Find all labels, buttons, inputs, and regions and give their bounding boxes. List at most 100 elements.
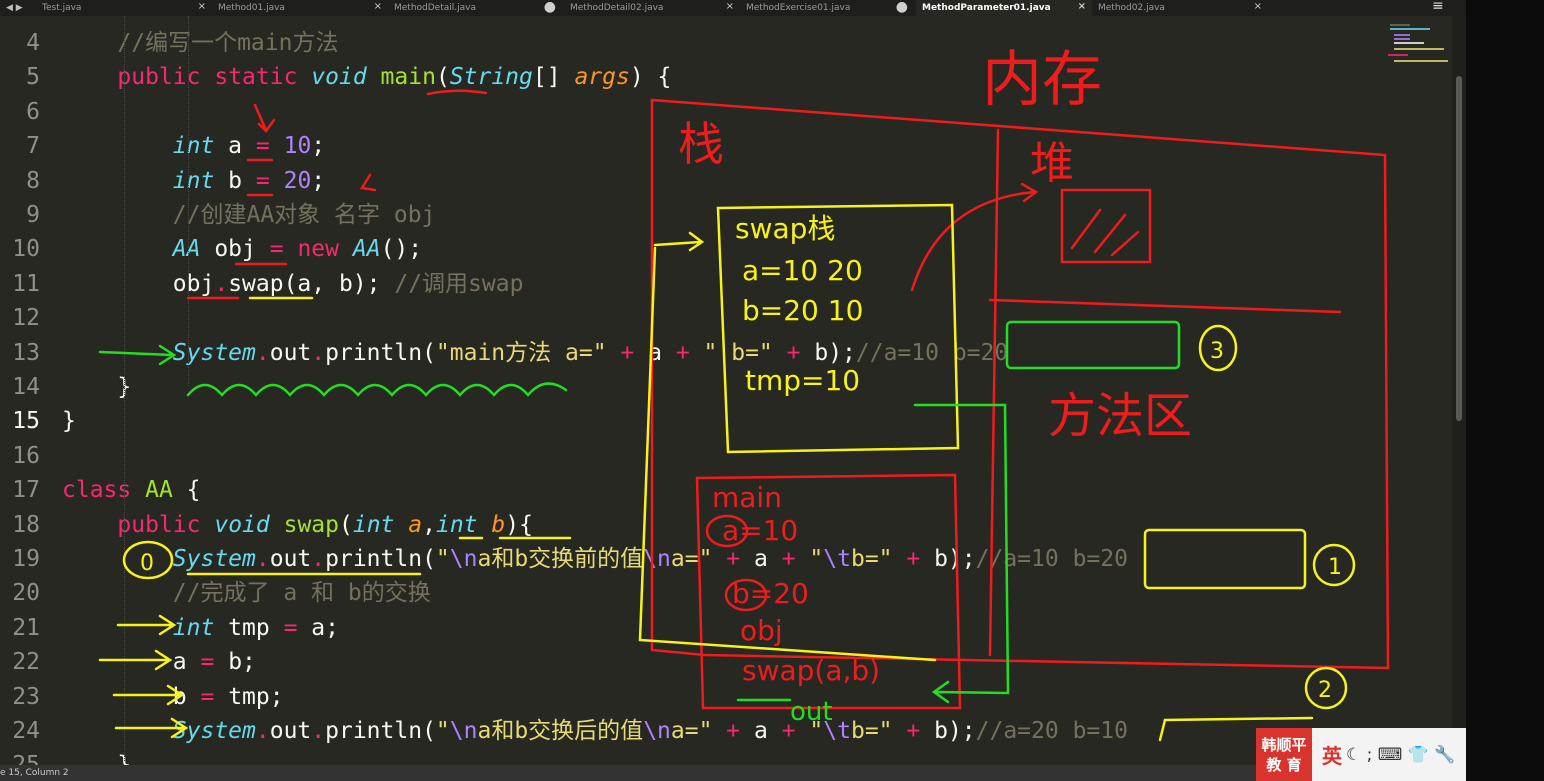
minimap[interactable]	[1386, 20, 1448, 65]
line-number: 6	[26, 98, 40, 125]
tab-method02-java[interactable]: Method02.java ×	[1092, 0, 1268, 16]
tab-label: MethodParameter01.java	[922, 3, 1051, 13]
code-text[interactable]: }	[62, 404, 76, 438]
code-line[interactable]: 7 int a = 10;	[0, 129, 1466, 163]
indent-guide	[124, 16, 125, 761]
code-line[interactable]: 17 class AA {	[0, 473, 1466, 507]
indent-guide	[188, 16, 189, 386]
code-line[interactable]: 10 AA obj = new AA();	[0, 232, 1466, 266]
code-text[interactable]: //编写一个main方法	[62, 26, 338, 60]
line-number: 17	[12, 477, 40, 504]
brand-logo: 韩顺平 教 育	[1256, 728, 1312, 781]
code-text[interactable]: b = tmp;	[62, 680, 284, 714]
line-number: 22	[12, 649, 40, 676]
code-text[interactable]: AA obj = new AA();	[62, 232, 422, 266]
line-number: 20	[12, 580, 40, 607]
vertical-scrollbar[interactable]	[1452, 16, 1466, 765]
unsaved-dot-icon[interactable]: ●	[896, 0, 908, 15]
code-line[interactable]: 24 System.out.println("\na和b交换后的值\na=" +…	[0, 714, 1466, 748]
code-text[interactable]: obj.swap(a, b); //调用swap	[62, 267, 524, 301]
code-text[interactable]: System.out.println("\na和b交换前的值\na=" + a …	[62, 542, 1128, 576]
line-number: 25	[0, 748, 40, 765]
code-text[interactable]: }	[62, 370, 131, 404]
code-line[interactable]: 23 b = tmp;	[0, 680, 1466, 714]
line-number: 19	[12, 546, 40, 572]
tab-label: MethodDetail.java	[394, 3, 476, 13]
code-line[interactable]: 21 int tmp = a;	[0, 611, 1466, 645]
code-text[interactable]: a = b;	[62, 645, 256, 679]
line-number: 9	[26, 202, 40, 228]
tab-methoddetail-java[interactable]: MethodDetail.java ●	[388, 0, 564, 16]
ime-toolbar: 韩顺平 教 育 英 ☾ ; ⌨ 👕 🔧	[1256, 728, 1466, 781]
line-number: 18	[12, 511, 40, 538]
tab-label: MethodExercise01.java	[746, 3, 851, 13]
code-text[interactable]: public void swap(int a,int b){	[62, 508, 533, 542]
code-line[interactable]: 5 public static void main(String[] args)…	[0, 60, 1466, 94]
line-number: 13	[12, 339, 40, 366]
tab-test-java[interactable]: Test.java ×	[36, 0, 212, 16]
code-line[interactable]: 9 //创建AA对象 名字 obj	[0, 198, 1466, 232]
line-number: 14	[12, 374, 40, 400]
line-number: 10	[12, 236, 40, 263]
line-number: 15	[12, 408, 40, 435]
tab-methodexercise01-java[interactable]: MethodExercise01.java ●	[740, 0, 916, 16]
code-text[interactable]: System.out.println("\na和b交换后的值\na=" + a …	[62, 714, 1128, 748]
close-icon[interactable]: ×	[198, 1, 206, 12]
line-number: 5	[26, 64, 40, 91]
ime-language-indicator[interactable]: 英	[1322, 740, 1342, 769]
code-line[interactable]: 12	[0, 301, 1466, 335]
code-line[interactable]: 11 obj.swap(a, b); //调用swap	[0, 267, 1466, 301]
code-line[interactable]: 16	[0, 439, 1466, 473]
code-line[interactable]: 25 }	[0, 748, 1466, 765]
code-text[interactable]: public static void main(String[] args) {	[62, 60, 671, 94]
status-bar: e 15, Column 2	[0, 765, 1466, 781]
code-editor[interactable]: 4 //编写一个main方法 5 public static void main(…	[0, 16, 1466, 765]
code-text[interactable]: }	[62, 748, 131, 765]
code-line[interactable]: 15}	[0, 404, 1466, 438]
tab-label: MethodDetail02.java	[570, 3, 664, 13]
tab-methoddetail02-java[interactable]: MethodDetail02.java ×	[564, 0, 740, 16]
code-line[interactable]: 14 }	[0, 370, 1466, 404]
right-margin	[1466, 0, 1544, 781]
code-text[interactable]: int a = 10;	[62, 129, 325, 163]
tab-label: Method02.java	[1098, 3, 1165, 13]
close-icon[interactable]: ×	[726, 1, 734, 12]
code-line[interactable]: 19 System.out.println("\na和b交换前的值\na=" +…	[0, 542, 1466, 576]
code-line[interactable]: 20 //完成了 a 和 b的交换	[0, 576, 1466, 610]
tab-label: Method01.java	[218, 3, 285, 13]
line-number: 12	[12, 305, 40, 332]
close-icon[interactable]: ×	[1254, 1, 1262, 12]
cursor-position: e 15, Column 2	[0, 768, 69, 778]
tab-nav-arrows[interactable]: ◀ ▶	[0, 3, 36, 13]
code-text[interactable]: class AA {	[62, 473, 201, 507]
line-number: 23	[12, 683, 40, 710]
code-text[interactable]: //创建AA对象 名字 obj	[62, 198, 436, 232]
line-number: 21	[12, 614, 40, 641]
scrollbar-thumb[interactable]	[1456, 76, 1462, 421]
close-icon[interactable]: ×	[1078, 1, 1086, 12]
tab-methodparameter01-java[interactable]: MethodParameter01.java ×	[916, 0, 1092, 16]
code-text[interactable]: //完成了 a 和 b的交换	[62, 576, 431, 610]
menu-icon[interactable]: ≡	[1432, 0, 1444, 14]
code-line[interactable]: 8 int b = 20;	[0, 164, 1466, 198]
tabs-container: Test.java × Method01.java × MethodDetail.jav…	[36, 0, 1268, 16]
ime-icons[interactable]: ☾ ; ⌨ 👕 🔧	[1346, 745, 1455, 765]
code-text[interactable]: int b = 20;	[62, 164, 325, 198]
unsaved-dot-icon[interactable]: ●	[544, 0, 556, 15]
code-line[interactable]: 6	[0, 95, 1466, 129]
code-line[interactable]: 22 a = b;	[0, 645, 1466, 679]
line-number: 24	[12, 718, 40, 744]
line-number: 4	[26, 30, 40, 56]
line-number: 11	[12, 270, 40, 297]
code-text[interactable]: int tmp = a;	[62, 611, 339, 645]
code-text[interactable]: System.out.println("main方法 a=" + a + " b…	[62, 336, 1008, 370]
line-number: 8	[26, 167, 40, 194]
close-icon[interactable]: ×	[374, 1, 382, 12]
tab-method01-java[interactable]: Method01.java ×	[212, 0, 388, 16]
line-number: 7	[26, 133, 40, 160]
code-line[interactable]: 4 //编写一个main方法	[0, 26, 1466, 60]
tab-bar: ◀ ▶ Test.java × Method01.java × MethodDetail…	[0, 0, 1466, 16]
tab-label: Test.java	[42, 3, 82, 13]
code-line[interactable]: 13 System.out.println("main方法 a=" + a + …	[0, 336, 1466, 370]
code-line[interactable]: 18 public void swap(int a,int b){	[0, 508, 1466, 542]
